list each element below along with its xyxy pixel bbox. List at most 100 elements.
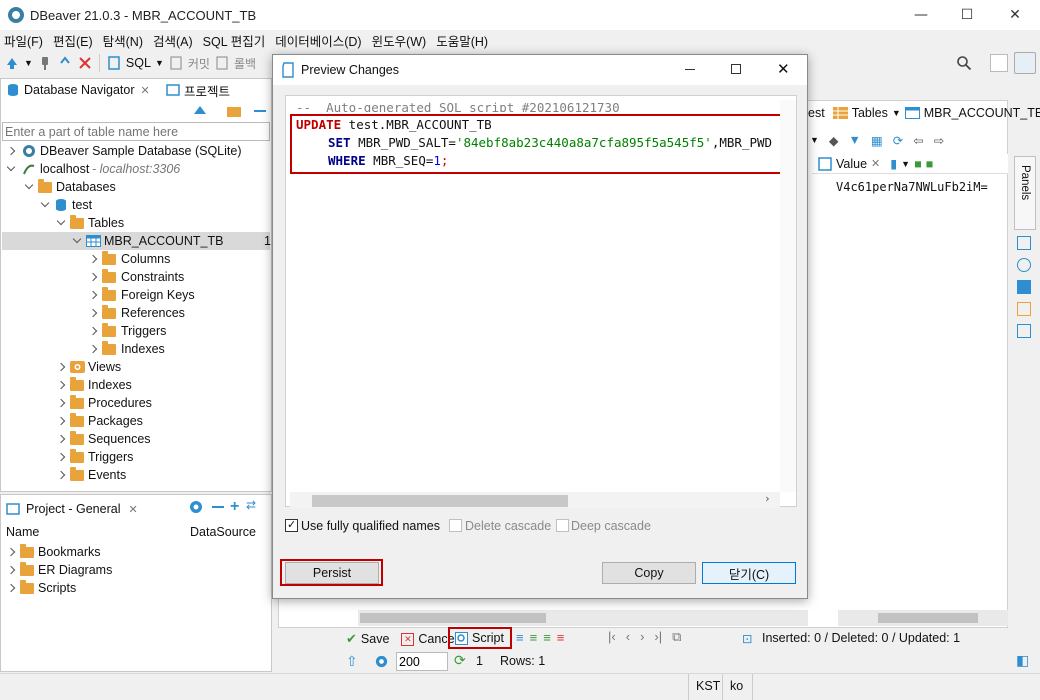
close-dialog-button[interactable]: 닫기(C) xyxy=(702,562,796,584)
close-tab-icon[interactable]: ✕ xyxy=(871,157,880,170)
tab-mbr-account-tb[interactable]: MBR_ACCOUNT_TB xyxy=(924,106,1040,120)
panels-sidebar-tab[interactable]: Panels xyxy=(1014,156,1036,230)
menu-edit[interactable]: 편집(E) xyxy=(53,31,93,50)
menu-navigate[interactable]: 탐색(N) xyxy=(103,31,143,50)
tree-item-procedures[interactable]: Procedures xyxy=(2,394,270,412)
search-icon[interactable] xyxy=(956,55,972,71)
sql-dropdown-icon[interactable]: ▼ xyxy=(155,58,164,68)
tree-item-db-triggers[interactable]: Triggers xyxy=(2,448,270,466)
chevron-right-icon[interactable] xyxy=(88,344,98,354)
collapse-all-icon[interactable] xyxy=(254,110,266,112)
link-icon[interactable]: ⇄ xyxy=(246,498,256,512)
tree-item-events[interactable]: Events xyxy=(2,466,270,484)
horizontal-scrollbar[interactable] xyxy=(358,610,808,626)
close-window-button[interactable]: ✕ xyxy=(992,0,1038,30)
qualified-names-checkbox[interactable]: ✓ xyxy=(285,519,298,532)
commit-icon[interactable] xyxy=(168,55,184,71)
chevron-right-icon[interactable] xyxy=(56,470,66,480)
menu-window[interactable]: 윈도우(W) xyxy=(372,31,427,50)
tree-item-views[interactable]: Views xyxy=(2,358,270,376)
tree-item-tables[interactable]: Tables xyxy=(2,214,270,232)
tree-item-mbr-account-tb[interactable]: MBR_ACCOUNT_TB 1 xyxy=(2,232,271,250)
last-row-icon[interactable]: ›| xyxy=(654,629,662,645)
qualified-names-label[interactable]: Use fully qualified names xyxy=(301,519,440,533)
save-button[interactable]: Save xyxy=(361,632,390,646)
chevron-down-icon[interactable] xyxy=(72,234,82,244)
next-row-icon[interactable]: › xyxy=(640,629,644,645)
perspective-icon[interactable] xyxy=(990,54,1008,72)
tree-item-localhost[interactable]: localhost - localhost:3306 xyxy=(2,160,270,178)
chevron-right-icon[interactable] xyxy=(88,326,98,336)
tree-item-triggers[interactable]: Triggers xyxy=(2,322,270,340)
menu-search[interactable]: 검색(A) xyxy=(153,31,193,50)
rollback-icon[interactable] xyxy=(214,55,230,71)
maximize-button[interactable]: ☐ xyxy=(944,0,990,30)
script-button[interactable]: Script xyxy=(455,631,504,645)
locale-indicator[interactable]: ko xyxy=(730,679,743,693)
projects-tab[interactable]: 프로젝트 xyxy=(166,80,230,100)
dropdown-arrow-icon[interactable]: ▼ xyxy=(24,58,33,68)
eraser-icon[interactable]: ◆ xyxy=(829,133,839,148)
column-header-name[interactable]: Name xyxy=(6,525,39,539)
copy-row-icon[interactable]: ≡ xyxy=(543,630,551,645)
tree-item-sample-db[interactable]: DBeaver Sample Database (SQLite) xyxy=(2,142,270,160)
chevron-down-icon[interactable] xyxy=(24,180,34,190)
code-vertical-scrollbar[interactable] xyxy=(780,100,796,492)
sql-preview-editor[interactable]: -- Auto-generated SQL script #2021061217… xyxy=(285,95,797,508)
menu-sql-editor[interactable]: SQL 편집기 xyxy=(203,31,266,50)
filter-icon[interactable]: ▼ xyxy=(849,133,861,147)
save-value-icon[interactable]: ■ xyxy=(914,157,922,171)
chevron-right-icon[interactable] xyxy=(88,254,98,264)
tree-item-foreign-keys[interactable]: Foreign Keys xyxy=(2,286,270,304)
chevron-down-icon[interactable] xyxy=(6,162,16,172)
chevron-right-icon[interactable] xyxy=(56,416,66,426)
chevron-down-icon[interactable] xyxy=(56,216,66,226)
panel-toggle-icon[interactable]: ◧ xyxy=(1016,652,1029,669)
fetch-settings-gear-icon[interactable] xyxy=(374,654,389,669)
chevron-right-icon[interactable] xyxy=(88,272,98,282)
export-icon[interactable]: ⇧ xyxy=(346,653,358,670)
new-connection-icon[interactable] xyxy=(4,55,20,71)
dbeaver-perspective-icon[interactable] xyxy=(1014,52,1036,74)
disconnect-icon[interactable] xyxy=(77,55,93,71)
delete-row-icon[interactable]: ≡ xyxy=(557,630,565,645)
first-row-icon[interactable]: |‹ xyxy=(608,629,616,645)
chevron-right-icon[interactable] xyxy=(56,452,66,462)
chevron-right-icon[interactable] xyxy=(6,146,16,156)
chevron-right-icon[interactable] xyxy=(56,362,66,372)
new-folder-icon[interactable] xyxy=(226,104,244,118)
code-horizontal-scrollbar[interactable]: › xyxy=(290,492,780,508)
menu-help[interactable]: 도움말(H) xyxy=(436,31,488,50)
persist-button[interactable]: Persist xyxy=(285,562,379,584)
close-tab-icon[interactable]: ✕ xyxy=(140,84,149,97)
panel-icon-5[interactable] xyxy=(1017,324,1031,338)
save-all-icon[interactable]: ■ xyxy=(926,157,934,171)
fetch-size-input[interactable] xyxy=(396,652,448,671)
tree-item-databases[interactable]: Databases xyxy=(2,178,270,196)
chevron-right-icon[interactable] xyxy=(56,380,66,390)
column-header-datasource[interactable]: DataSource xyxy=(190,525,256,539)
tree-item-db-indexes[interactable]: Indexes xyxy=(2,376,270,394)
panel-icon-2[interactable] xyxy=(1017,258,1031,272)
dialog-maximize-button[interactable] xyxy=(731,64,741,74)
dropdown-arrow-icon[interactable]: ▼ xyxy=(892,108,901,118)
add-row-icon[interactable]: ≡ xyxy=(530,630,538,645)
close-tab-icon[interactable]: ✕ xyxy=(128,503,137,516)
tree-item-packages[interactable]: Packages xyxy=(2,412,270,430)
chevron-right-icon[interactable] xyxy=(56,434,66,444)
chevron-right-icon[interactable] xyxy=(88,290,98,300)
table-filter-input[interactable] xyxy=(2,122,270,141)
panel-icon-1[interactable] xyxy=(1017,236,1031,250)
collapse-icon[interactable] xyxy=(212,506,224,508)
editor-tab-partial[interactable]: est xyxy=(808,106,825,120)
gear-icon[interactable] xyxy=(188,499,204,515)
grid-icon[interactable]: ▦ xyxy=(871,133,883,148)
menu-file[interactable]: 파일(F) xyxy=(4,31,43,50)
deep-cascade-checkbox[interactable] xyxy=(556,519,569,532)
chevron-right-icon[interactable] xyxy=(56,398,66,408)
tree-item-columns[interactable]: Columns xyxy=(2,250,270,268)
panel-icon-4[interactable] xyxy=(1017,302,1031,316)
dialog-close-button[interactable]: ✕ xyxy=(777,60,790,78)
chevron-down-icon[interactable] xyxy=(40,198,50,208)
tree-item-constraints[interactable]: Constraints xyxy=(2,268,270,286)
